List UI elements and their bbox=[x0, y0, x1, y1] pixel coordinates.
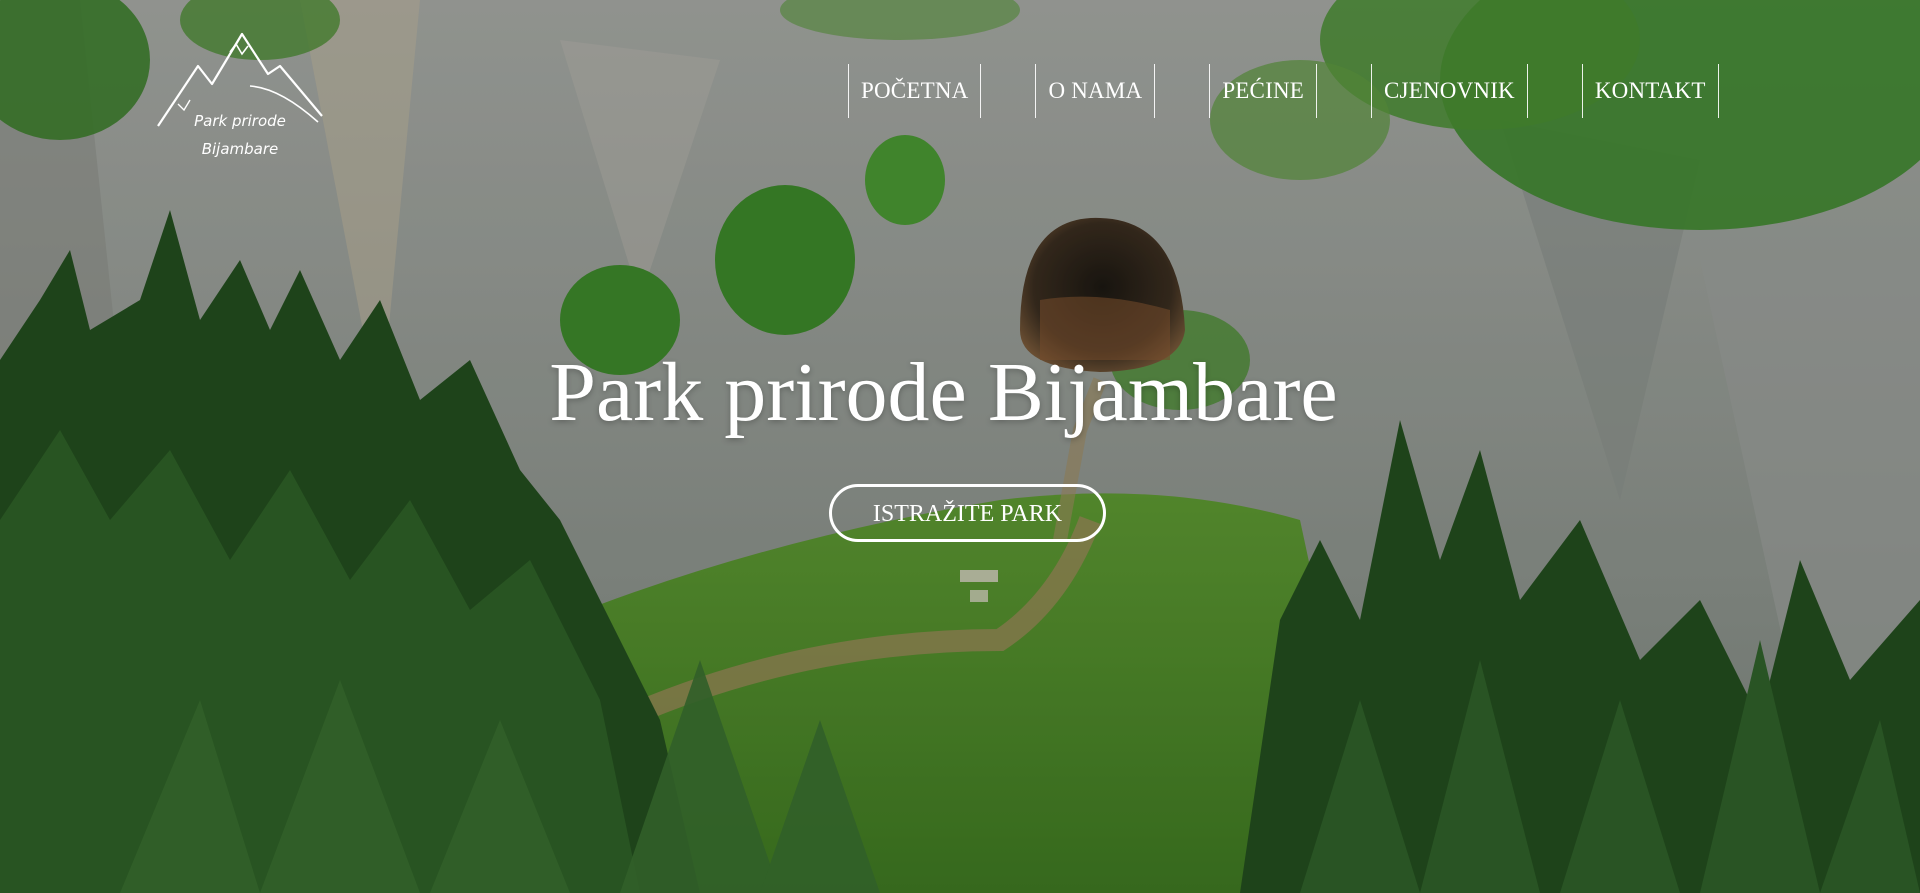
nav-item-kontakt[interactable]: KONTAKT bbox=[1581, 64, 1719, 118]
logo-text-line1: Park prirode bbox=[194, 112, 286, 130]
main-navigation: POČETNA O NAMA PEĆINE CJENOVNIK KONTAKT bbox=[848, 64, 1719, 118]
hero-section: Park prirode Bijambare POČETNA O NAMA PE… bbox=[0, 0, 1920, 893]
site-logo[interactable]: Park prirode Bijambare bbox=[150, 26, 330, 166]
nav-item-cjenovnik[interactable]: CJENOVNIK bbox=[1371, 64, 1528, 118]
nav-item-pocetna[interactable]: POČETNA bbox=[848, 64, 982, 118]
nav-item-pecine[interactable]: PEĆINE bbox=[1209, 64, 1318, 118]
explore-park-button[interactable]: ISTRAŽITE PARK bbox=[829, 484, 1106, 542]
nav-item-o-nama[interactable]: O NAMA bbox=[1035, 64, 1156, 118]
logo-text-line2: Bijambare bbox=[201, 140, 279, 158]
hero-title: Park prirode Bijambare bbox=[549, 346, 1338, 439]
